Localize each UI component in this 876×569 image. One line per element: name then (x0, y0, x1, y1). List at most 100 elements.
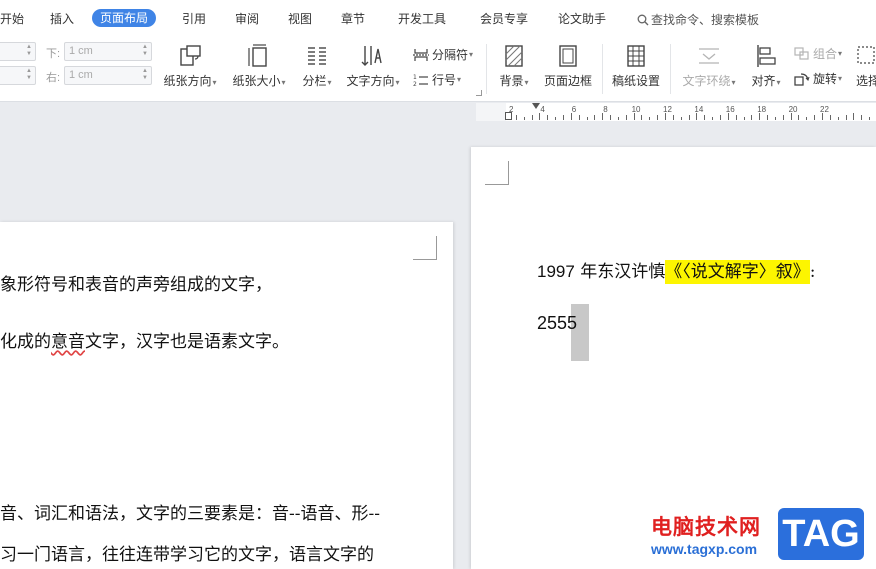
select-button[interactable]: 选择 (856, 43, 876, 89)
ruler-tick (790, 113, 792, 120)
background-button[interactable]: 背景▾ (494, 43, 534, 89)
ruler-tick (649, 117, 651, 120)
ruler-number: 4 (540, 105, 545, 114)
ruler-tick (672, 115, 674, 120)
chevron-down-icon: ▾ (838, 74, 843, 83)
page-orientation-button[interactable]: 纸张方向▾ (160, 43, 220, 89)
ribbon-separator (670, 44, 671, 94)
spinner-arrows-icon: ▲ ▼ (26, 44, 32, 57)
ruler-number: 6 (571, 105, 577, 114)
margin-bottom-value: 1 cm (69, 45, 93, 57)
tab-paper-assistant[interactable]: 论文助手 (558, 11, 606, 27)
ruler-number: 18 (757, 105, 767, 114)
tab-chapter[interactable]: 章节 (341, 11, 365, 27)
page-corner-mark (413, 236, 437, 260)
page-border-icon (559, 45, 577, 67)
line-numbers-icon: 12 (413, 74, 428, 87)
manuscript-settings-button[interactable]: 稿纸设置 (608, 43, 664, 89)
ruler-tick (610, 115, 612, 120)
ruler-tick (719, 115, 721, 120)
doc-line: 象形符号和表音的声旁组成的文字， (0, 275, 272, 295)
line-numbers-button[interactable]: 1 2 行号 ▾ (413, 71, 461, 88)
manuscript-settings-label: 稿纸设置 (611, 74, 660, 88)
line-numbers-label: 行号 (432, 73, 457, 87)
tab-page-layout[interactable]: 页面布局 (92, 9, 157, 27)
ruler-tick (806, 117, 808, 120)
paper-size-label: 纸张大小 (232, 74, 281, 88)
columns-label: 分栏 (302, 74, 327, 88)
chevron-down-icon: ▾ (212, 78, 217, 87)
ruler-tick (602, 113, 604, 120)
svg-text:1: 1 (413, 74, 417, 81)
horizontal-ruler[interactable]: 2 4 6 8 10 12 14 16 18 20 22 (476, 103, 876, 121)
highlighted-text: 《〈说文解字〉叙》 (665, 260, 810, 284)
columns-icon (308, 47, 326, 65)
manuscript-grid-icon (627, 45, 645, 67)
chevron-down-icon: ▾ (469, 50, 474, 59)
doc-year: 1997 (537, 262, 575, 281)
margin-bottom-spinner[interactable]: 1 cm ▲ ▼ (64, 42, 152, 61)
command-search-label: 查找命令、搜索模板 (651, 13, 760, 27)
command-search[interactable]: 查找命令、搜索模板 (637, 11, 759, 28)
group-button[interactable]: 组合 ▾ (794, 45, 842, 62)
ruler-tick (665, 113, 666, 120)
ruler-tick (774, 117, 776, 120)
ruler-number: 8 (603, 105, 608, 114)
ruler-tick (633, 113, 635, 120)
align-button[interactable]: 对齐▾ (746, 43, 786, 89)
text-direction-icon (361, 46, 382, 66)
ruler-number: 16 (725, 105, 735, 114)
doc-line: 习一门语言，往往连带学习它的文字，语言文字的 (0, 545, 374, 565)
breaks-button[interactable]: 分隔符 ▾ (413, 46, 473, 63)
document-page-left[interactable]: 象形符号和表音的声旁组成的文字， 化成的意音文字，汉字也是语素文字。 音、词汇和… (0, 222, 453, 569)
ruler-tick (531, 115, 533, 120)
margin-left-spinner[interactable]: ▲ ▼ (0, 66, 36, 85)
margin-top-spinner[interactable]: ▲ ▼ (0, 42, 36, 61)
columns-button[interactable]: 分栏▾ (297, 43, 337, 89)
first-line-indent-icon[interactable] (532, 103, 540, 109)
ruler-number: 14 (694, 105, 704, 114)
chevron-down-icon: ▾ (776, 78, 781, 87)
select-label: 选择 (856, 74, 876, 88)
tab-home[interactable]: 开始 (0, 11, 24, 27)
chevron-down-icon: ▾ (731, 78, 736, 87)
tab-review[interactable]: 审阅 (235, 11, 259, 27)
ruler-number: 12 (663, 105, 672, 114)
margin-right-spinner[interactable]: 1 cm ▲ ▼ (64, 66, 152, 85)
watermark-url: www.tagxp.com (651, 541, 758, 557)
text-direction-button[interactable]: 文字方向▾ (343, 43, 403, 89)
rotate-button[interactable]: 旋转 ▾ (794, 70, 842, 87)
ruler-tick (586, 117, 588, 120)
ruler-number: 22 (820, 105, 829, 114)
select-arrow-icon (857, 46, 875, 64)
ruler-tick (657, 115, 659, 120)
ruler-tick (767, 115, 769, 120)
ruler-tick (578, 115, 580, 120)
tab-view[interactable]: 视图 (288, 11, 312, 27)
spinner-arrows-icon: ▲ ▼ (142, 44, 148, 57)
margin-bottom-label: 下: (46, 48, 61, 60)
align-label: 对齐 (751, 74, 776, 88)
paper-size-button[interactable]: 纸张大小▾ (229, 43, 289, 89)
tab-references[interactable]: 引用 (182, 11, 206, 27)
ruler-tick (539, 113, 541, 120)
background-label: 背景 (499, 74, 524, 88)
ribbon-launcher-icon[interactable] (476, 90, 482, 96)
text-wrap-button[interactable]: 文字环绕▾ (678, 43, 740, 89)
chevron-down-icon: ▾ (838, 49, 843, 58)
doc-line: 1997 年东汉许慎《〈说文解字〉叙》: (537, 257, 815, 284)
align-left-icon (757, 45, 776, 67)
ruler-tick (625, 115, 627, 120)
ruler-tick (547, 115, 549, 120)
ruler-tick (845, 115, 847, 120)
tab-member[interactable]: 会员专享 (480, 11, 528, 27)
ruler-tick (641, 115, 643, 120)
spellcheck-flagged-word[interactable]: 意音 (51, 332, 85, 352)
rotate-label: 旋转 (813, 72, 838, 86)
watermark-tag-logo: TAG (776, 506, 866, 562)
page-border-button[interactable]: 页面边框 (540, 43, 596, 89)
ruler-tick (727, 113, 729, 120)
tab-insert[interactable]: 插入 (50, 11, 74, 27)
page-orientation-label: 纸张方向 (163, 74, 212, 88)
tab-developer[interactable]: 开发工具 (398, 11, 446, 27)
